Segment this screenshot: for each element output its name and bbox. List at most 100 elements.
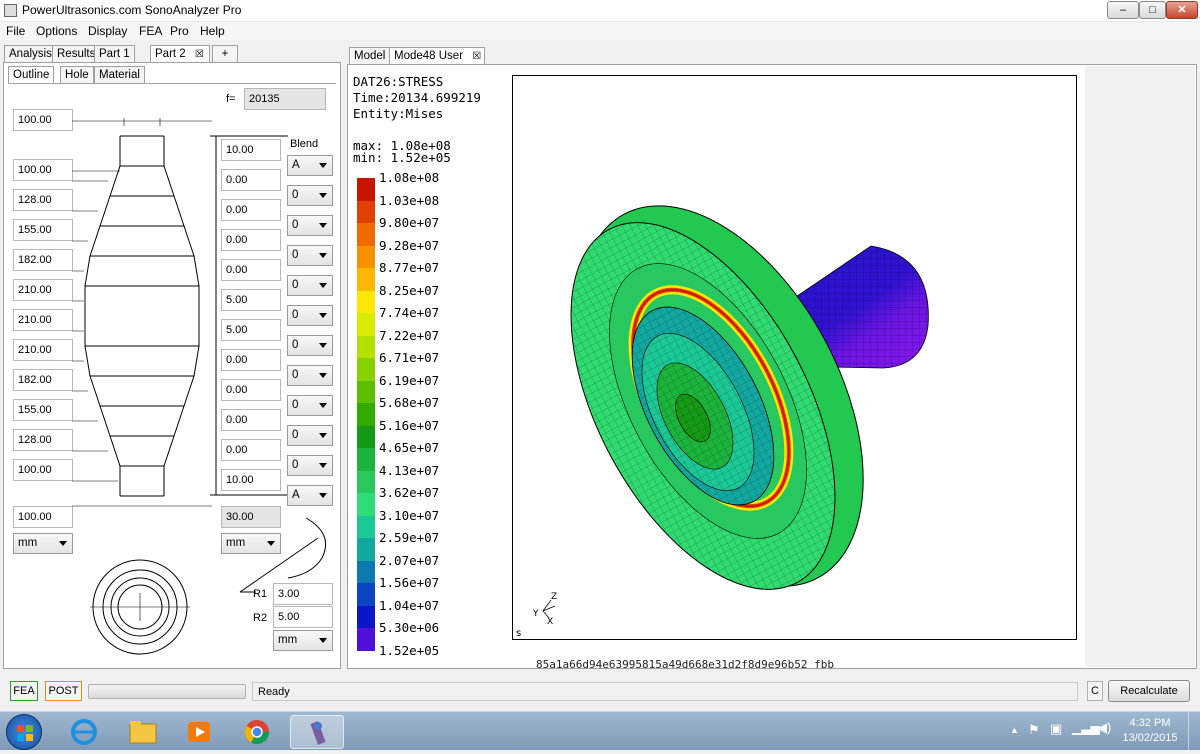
tab-part-1[interactable]: Part 1: [94, 45, 135, 62]
taskbar-media-player[interactable]: [172, 715, 226, 749]
menu-fea[interactable]: FEA: [139, 24, 162, 38]
taskbar-explorer[interactable]: [116, 715, 170, 749]
length-input[interactable]: 5.00: [221, 319, 281, 341]
menu-help[interactable]: Help: [200, 24, 225, 38]
taskbar-ie[interactable]: [57, 715, 111, 749]
length-input[interactable]: 0.00: [221, 229, 281, 251]
length-input[interactable]: 0.00: [221, 349, 281, 371]
volume-icon[interactable]: ◀): [1097, 720, 1111, 736]
blend-select[interactable]: 0: [287, 215, 333, 236]
network-signal-icon[interactable]: ▁▃▅: [1072, 721, 1100, 735]
length-input[interactable]: 0.00: [221, 199, 281, 221]
minimize-button[interactable]: –: [1107, 1, 1139, 19]
subtab-material[interactable]: Material: [94, 66, 145, 83]
diameter-input[interactable]: 182.00: [13, 369, 73, 391]
fea-viewport[interactable]: Y Z X s: [512, 75, 1077, 640]
close-tab-icon[interactable]: ☒: [472, 51, 481, 62]
frequency-label: f=: [226, 93, 236, 105]
axis-y-label: Y: [532, 609, 539, 619]
r1-input[interactable]: 3.00: [273, 583, 333, 605]
chevron-down-icon: [319, 163, 327, 168]
length-input[interactable]: 10.00: [221, 139, 281, 161]
blend-select[interactable]: 0: [287, 185, 333, 206]
unit-select-radius[interactable]: mm: [273, 630, 333, 651]
fea-button[interactable]: FEA: [10, 681, 38, 701]
window-title: PowerUltrasonics.com SonoAnalyzer Pro: [22, 3, 242, 17]
menu-pro[interactable]: Pro: [170, 24, 189, 38]
length-input[interactable]: 0.00: [221, 259, 281, 281]
diameter-input[interactable]: 128.00: [13, 429, 73, 451]
blend-select[interactable]: A: [287, 485, 333, 506]
length-input[interactable]: 0.00: [221, 409, 281, 431]
legend-label: 8.25e+07: [379, 282, 440, 298]
chevron-down-icon: [319, 373, 327, 378]
tab-add[interactable]: +: [212, 45, 238, 62]
diameter-input[interactable]: 210.00: [13, 339, 73, 361]
blend-select[interactable]: 0: [287, 335, 333, 356]
legend-label: 8.77e+07: [379, 260, 440, 275]
device-icon[interactable]: ▣: [1050, 721, 1062, 737]
legend-label: 1.52e+05: [379, 642, 440, 658]
menu-display[interactable]: Display: [88, 24, 127, 38]
length-input[interactable]: 10.00: [221, 469, 281, 491]
subtab-hole[interactable]: Hole: [60, 66, 94, 83]
blend-select[interactable]: 0: [287, 455, 333, 476]
legend-label: 7.74e+07: [379, 305, 440, 320]
taskbar-sonoanalyzer[interactable]: [290, 715, 344, 749]
progress-bar: [88, 684, 246, 699]
diameter-input[interactable]: 182.00: [13, 249, 73, 271]
legend-swatch: [357, 605, 375, 628]
tab-model[interactable]: Model: [349, 47, 391, 64]
diameter-input[interactable]: 100.00: [13, 109, 73, 131]
blend-value: 0: [292, 429, 299, 441]
blend-select[interactable]: 0: [287, 275, 333, 296]
blend-select[interactable]: 0: [287, 305, 333, 326]
menu-options[interactable]: Options: [36, 24, 77, 38]
subtab-outline[interactable]: Outline: [8, 66, 55, 83]
length-input[interactable]: 0.00: [221, 169, 281, 191]
length-input[interactable]: 5.00: [221, 289, 281, 311]
tab-part-2[interactable]: Part 2 ☒: [150, 45, 210, 62]
diameter-input[interactable]: 155.00: [13, 219, 73, 241]
axis-x-label: X: [547, 617, 553, 627]
c-button[interactable]: C: [1087, 681, 1103, 701]
blend-select[interactable]: 0: [287, 365, 333, 386]
menu-file[interactable]: File: [6, 24, 25, 38]
cross-section-drawing: [90, 559, 190, 655]
recalculate-button[interactable]: Recalculate: [1108, 680, 1190, 702]
close-tab-icon[interactable]: ☒: [195, 49, 204, 60]
diameter-input[interactable]: 155.00: [13, 399, 73, 421]
taskbar-chrome[interactable]: [230, 715, 284, 749]
tray-expand-icon[interactable]: ▲: [1010, 725, 1019, 735]
tab-mode48-user[interactable]: Mode48 User ☒: [389, 47, 485, 64]
action-center-flag-icon[interactable]: ⚑: [1028, 722, 1040, 738]
diameter-input[interactable]: 128.00: [13, 189, 73, 211]
diameter-input[interactable]: 210.00: [13, 309, 73, 331]
tray-date[interactable]: 13/02/2015: [1120, 732, 1180, 744]
legend-swatch: [357, 425, 375, 448]
show-desktop-button[interactable]: [1188, 712, 1200, 751]
close-button[interactable]: ✕: [1166, 1, 1198, 19]
diameter-input[interactable]: 100.00: [13, 159, 73, 181]
diameter-input[interactable]: 100.00: [13, 506, 73, 528]
diameter-input[interactable]: 210.00: [13, 279, 73, 301]
blend-select[interactable]: A: [287, 155, 333, 176]
start-button[interactable]: [6, 714, 42, 750]
r2-input[interactable]: 5.00: [273, 606, 333, 628]
diameter-input[interactable]: 100.00: [13, 459, 73, 481]
blend-select[interactable]: 0: [287, 245, 333, 266]
maximize-button[interactable]: □: [1139, 1, 1166, 19]
title-bar: PowerUltrasonics.com SonoAnalyzer Pro – …: [0, 0, 1200, 22]
hash-text: 85a1a66d94e63995815a49d668e31d2f8d9e96b5…: [536, 658, 835, 668]
length-input[interactable]: 0.00: [221, 439, 281, 461]
length-input[interactable]: 0.00: [221, 379, 281, 401]
blend-label: Blend: [290, 138, 319, 150]
legend-label: 1.08e+08: [379, 170, 440, 185]
tab-analysis[interactable]: Analysis: [4, 45, 57, 62]
unit-select-diameter[interactable]: mm: [13, 533, 73, 554]
blend-select[interactable]: 0: [287, 395, 333, 416]
blend-select[interactable]: 0: [287, 425, 333, 446]
tray-time[interactable]: 4:32 PM: [1120, 717, 1180, 729]
blend-value: 0: [292, 279, 299, 291]
post-button[interactable]: POST: [45, 681, 82, 701]
